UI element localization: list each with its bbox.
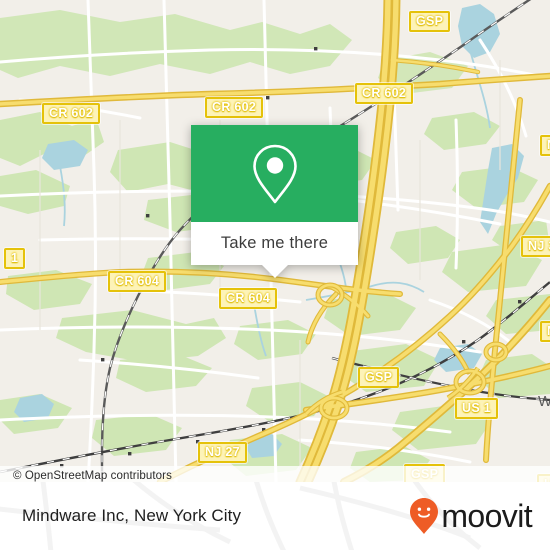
popup-action-label: Take me there (220, 234, 329, 252)
moovit-pin-smiley-icon (410, 498, 439, 534)
road-shield: CR 602 (355, 83, 414, 104)
popup-tail (261, 265, 288, 278)
page-footer: Mindware Inc, New York City moovit (0, 482, 550, 550)
road-shield: GSP (358, 367, 400, 388)
road-shield: CR 604 (219, 288, 278, 309)
map-screenshot: W GSPCR 602CR 602CR 602NJ 3NJ 351CR 604C… (0, 0, 550, 550)
map-pin-icon (252, 144, 297, 203)
popup-header (191, 125, 358, 222)
map-canvas[interactable]: W GSPCR 602CR 602CR 602NJ 3NJ 351CR 604C… (0, 0, 550, 482)
popup-action-button[interactable]: Take me there (191, 222, 358, 265)
road-shield: US 1 (455, 398, 498, 419)
road-shield: N (540, 321, 550, 342)
location-popup-card[interactable]: Take me there (191, 125, 358, 278)
road-shield: GSP (409, 11, 451, 32)
attribution-text: © OpenStreetMap contributors (13, 470, 172, 482)
road-shield: NJ 27 (198, 442, 247, 463)
road-shield: CR 602 (205, 97, 264, 118)
road-shield: NJ 3 (540, 135, 550, 156)
moovit-brand: moovit (409, 497, 550, 535)
road-shield: CR 604 (108, 271, 167, 292)
road-shield: NJ 35 (521, 236, 550, 257)
road-shield: CR 602 (42, 103, 101, 124)
road-shield: 1 (4, 248, 26, 269)
map-attribution: © OpenStreetMap contributors (0, 466, 550, 482)
moovit-wordmark: moovit (441, 498, 532, 534)
place-title: Mindware Inc, New York City (22, 506, 242, 525)
